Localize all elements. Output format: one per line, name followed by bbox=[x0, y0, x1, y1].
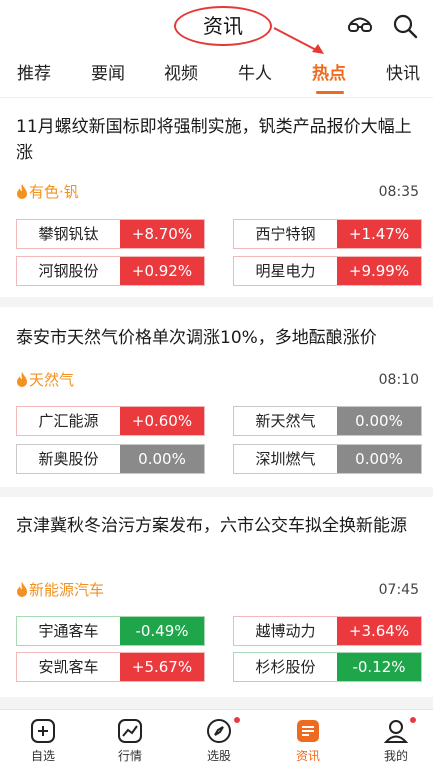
stock-chip[interactable]: 西宁特钢 +1.47% bbox=[233, 219, 422, 249]
ai-glasses-icon[interactable] bbox=[346, 12, 374, 40]
tab-video[interactable]: 视频 bbox=[164, 62, 198, 86]
stock-name: 安凯客车 bbox=[38, 658, 99, 676]
stock-name: 新天然气 bbox=[255, 412, 316, 430]
top-header: 资讯 bbox=[0, 0, 433, 54]
nav-stock-picker[interactable]: 选股 bbox=[189, 710, 249, 767]
tab-recommend[interactable]: 推荐 bbox=[17, 62, 51, 86]
stock-name: 攀钢钒钛 bbox=[38, 225, 99, 243]
stock-chip[interactable]: 新奥股份 0.00% bbox=[16, 444, 205, 474]
notification-dot bbox=[410, 717, 416, 723]
stock-chip[interactable]: 河钢股份 +0.92% bbox=[16, 256, 205, 286]
tab-experts[interactable]: 牛人 bbox=[238, 62, 272, 86]
nav-watchlist[interactable]: 自选 bbox=[13, 710, 73, 767]
stock-name: 越博动力 bbox=[255, 622, 316, 640]
bottom-nav: 自选 行情 选股 资讯 我的 bbox=[0, 709, 433, 767]
nav-label: 选股 bbox=[206, 749, 231, 763]
topic-tag-label: 天然气 bbox=[29, 371, 75, 389]
tab-flash[interactable]: 快讯 bbox=[386, 62, 420, 86]
user-icon bbox=[383, 720, 409, 743]
tab-hot[interactable]: 热点 bbox=[312, 62, 346, 86]
news-title[interactable]: 京津冀秋冬治污方案发布，六市公交车拟全换新能源 bbox=[16, 513, 420, 539]
stock-chip[interactable]: 新天然气 0.00% bbox=[233, 406, 422, 436]
compass-icon bbox=[207, 719, 231, 743]
stock-change: +0.92% bbox=[120, 257, 204, 285]
stock-change: 0.00% bbox=[337, 407, 421, 435]
news-title[interactable]: 泰安市天然气价格单次调涨10%，多地酝酿涨价 bbox=[16, 325, 420, 351]
card-divider bbox=[0, 487, 433, 497]
trend-chart-icon bbox=[118, 719, 142, 743]
stock-name: 新奥股份 bbox=[38, 450, 99, 468]
topic-tag[interactable]: 有色·钒 bbox=[16, 182, 79, 202]
stock-chip[interactable]: 深圳燃气 0.00% bbox=[233, 444, 422, 474]
stock-name: 明星电力 bbox=[255, 262, 316, 280]
flame-icon bbox=[17, 184, 27, 199]
stock-chip[interactable]: 攀钢钒钛 +8.70% bbox=[16, 219, 205, 249]
stock-change: -0.12% bbox=[337, 653, 421, 681]
news-card[interactable]: 京津冀秋冬治污方案发布，六市公交车拟全换新能源 新能源汽车 07:45 宇通客车… bbox=[0, 497, 433, 697]
stock-change: +9.99% bbox=[337, 257, 421, 285]
stock-change: 0.00% bbox=[337, 445, 421, 473]
category-tabs: 推荐 要闻 视频 牛人 热点 快讯 bbox=[0, 52, 433, 98]
stock-change: +3.64% bbox=[337, 617, 421, 645]
card-divider bbox=[0, 697, 433, 709]
topic-tag[interactable]: 天然气 bbox=[16, 370, 74, 390]
stock-chip[interactable]: 明星电力 +9.99% bbox=[233, 256, 422, 286]
stock-name: 广汇能源 bbox=[38, 412, 99, 430]
stock-name: 西宁特钢 bbox=[255, 225, 316, 243]
card-divider bbox=[0, 297, 433, 307]
search-icon[interactable] bbox=[391, 12, 419, 40]
topic-tag-label: 有色·钒 bbox=[29, 183, 79, 201]
stock-change: +5.67% bbox=[120, 653, 204, 681]
stock-name: 河钢股份 bbox=[38, 262, 99, 280]
news-time: 08:10 bbox=[378, 372, 419, 388]
news-icon bbox=[297, 720, 319, 742]
nav-market[interactable]: 行情 bbox=[100, 710, 160, 767]
news-time: 08:35 bbox=[378, 184, 419, 200]
notification-dot bbox=[234, 717, 240, 723]
stock-chip[interactable]: 宇通客车 -0.49% bbox=[16, 616, 205, 646]
news-title[interactable]: 11月螺纹新国标即将强制实施，钒类产品报价大幅上涨 bbox=[16, 114, 420, 166]
nav-profile[interactable]: 我的 bbox=[366, 710, 426, 767]
stock-chip[interactable]: 广汇能源 +0.60% bbox=[16, 406, 205, 436]
stock-change: -0.49% bbox=[120, 617, 204, 645]
flame-icon bbox=[17, 372, 27, 387]
nav-label: 自选 bbox=[30, 749, 55, 763]
nav-news[interactable]: 资讯 bbox=[278, 710, 338, 767]
stock-change: +8.70% bbox=[120, 220, 204, 248]
plus-square-icon bbox=[31, 719, 55, 743]
nav-label: 行情 bbox=[117, 749, 142, 763]
stock-name: 宇通客车 bbox=[38, 622, 99, 640]
stock-change: 0.00% bbox=[120, 445, 204, 473]
stock-change: +0.60% bbox=[120, 407, 204, 435]
nav-label: 资讯 bbox=[295, 749, 320, 763]
stock-name: 杉杉股份 bbox=[255, 658, 316, 676]
stock-chip[interactable]: 杉杉股份 -0.12% bbox=[233, 652, 422, 682]
active-tab-indicator bbox=[316, 91, 344, 94]
title-highlight-oval bbox=[174, 6, 272, 46]
news-card[interactable]: 11月螺纹新国标即将强制实施，钒类产品报价大幅上涨 有色·钒 08:35 攀钢钒… bbox=[0, 98, 433, 296]
stock-chip[interactable]: 安凯客车 +5.67% bbox=[16, 652, 205, 682]
news-time: 07:45 bbox=[378, 582, 419, 598]
news-card[interactable]: 泰安市天然气价格单次调涨10%，多地酝酿涨价 天然气 08:10 广汇能源 +0… bbox=[0, 307, 433, 487]
flame-icon bbox=[17, 582, 27, 597]
tab-headlines[interactable]: 要闻 bbox=[91, 62, 125, 86]
stock-change: +1.47% bbox=[337, 220, 421, 248]
nav-label: 我的 bbox=[383, 749, 408, 763]
topic-tag-label: 新能源汽车 bbox=[29, 581, 105, 599]
topic-tag[interactable]: 新能源汽车 bbox=[16, 580, 104, 600]
stock-chip[interactable]: 越博动力 +3.64% bbox=[233, 616, 422, 646]
stock-name: 深圳燃气 bbox=[255, 450, 316, 468]
